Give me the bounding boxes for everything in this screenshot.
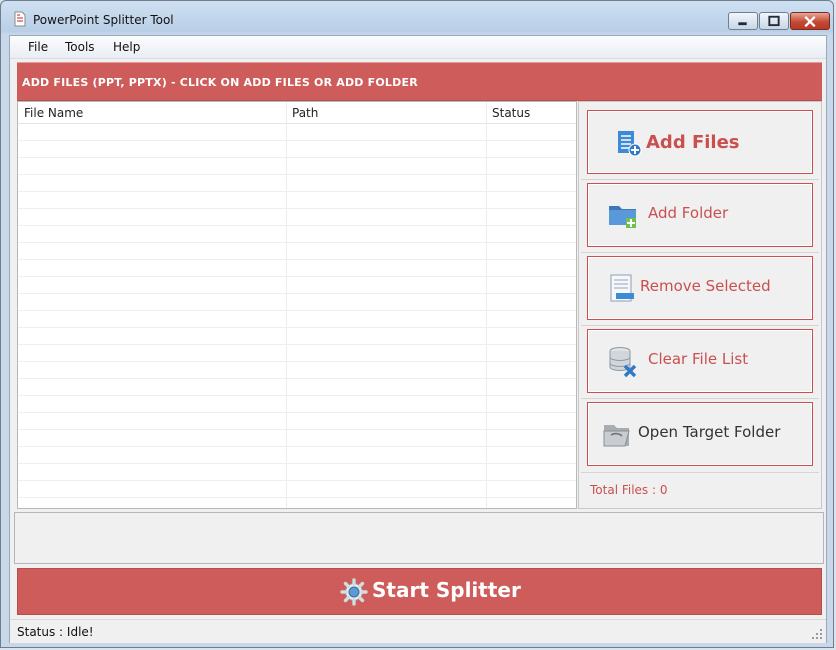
minimize-button[interactable] <box>728 12 758 30</box>
table-row[interactable] <box>18 141 576 158</box>
menu-tools[interactable]: Tools <box>65 40 95 54</box>
table-row[interactable] <box>18 396 576 413</box>
clear-file-list-label: Clear File List <box>648 350 749 368</box>
table-row[interactable] <box>18 260 576 277</box>
maximize-icon <box>768 15 780 27</box>
table-row[interactable] <box>18 294 576 311</box>
add-files-label: Add Files <box>646 132 740 153</box>
table-row[interactable] <box>18 430 576 447</box>
panel-divider <box>581 398 819 399</box>
gear-icon <box>340 578 368 606</box>
open-folder-icon <box>603 425 630 447</box>
table-row[interactable] <box>18 328 576 345</box>
table-row[interactable] <box>18 413 576 430</box>
remove-selected-label: Remove Selected <box>640 277 771 295</box>
file-list-header: File Name Path Status <box>18 102 576 124</box>
table-row[interactable] <box>18 362 576 379</box>
panel-divider <box>581 252 819 253</box>
column-header-path[interactable]: Path <box>292 106 318 120</box>
log-area[interactable] <box>14 512 824 564</box>
table-row[interactable] <box>18 311 576 328</box>
title-bar[interactable]: PowerPoint Splitter Tool <box>1 1 833 35</box>
remove-selected-icon <box>610 274 634 302</box>
close-button[interactable] <box>790 12 830 30</box>
add-files-icon <box>618 131 642 157</box>
open-target-folder-label: Open Target Folder <box>638 423 781 441</box>
column-header-status[interactable]: Status <box>492 106 530 120</box>
table-row[interactable] <box>18 379 576 396</box>
close-icon <box>804 15 816 28</box>
table-row[interactable] <box>18 277 576 294</box>
resize-grip-icon[interactable] <box>811 628 823 640</box>
column-header-file-name[interactable]: File Name <box>24 106 83 120</box>
banner-text: ADD FILES (PPT, PPTX) - CLICK ON ADD FIL… <box>22 76 418 89</box>
window-title: PowerPoint Splitter Tool <box>33 13 174 27</box>
start-splitter-label: Start Splitter <box>372 578 521 602</box>
add-folder-label: Add Folder <box>648 204 729 222</box>
panel-divider <box>581 179 819 180</box>
table-row[interactable] <box>18 481 576 498</box>
add-folder-button[interactable]: Add Folder <box>587 183 813 247</box>
clear-file-list-button[interactable]: Clear File List <box>587 329 813 393</box>
minimize-icon <box>738 22 747 26</box>
table-row[interactable] <box>18 498 576 508</box>
remove-selected-button[interactable]: Remove Selected <box>587 256 813 320</box>
add-files-button[interactable]: Add Files <box>587 110 813 174</box>
table-row[interactable] <box>18 447 576 464</box>
client-area: File Tools Help ADD FILES (PPT, PPTX) - … <box>9 35 827 643</box>
app-document-icon <box>14 11 26 27</box>
maximize-button[interactable] <box>759 12 789 30</box>
table-row[interactable] <box>18 124 576 141</box>
table-row[interactable] <box>18 158 576 175</box>
start-splitter-button[interactable]: Start Splitter <box>17 568 822 615</box>
total-files-count: Total Files : 0 <box>590 483 668 497</box>
instruction-banner: ADD FILES (PPT, PPTX) - CLICK ON ADD FIL… <box>17 62 822 101</box>
table-row[interactable] <box>18 243 576 260</box>
open-target-folder-button[interactable]: Open Target Folder <box>587 402 813 466</box>
clear-list-icon <box>609 347 637 378</box>
actions-panel: Add Files Add Folder Remove Selected Cle… <box>578 101 822 509</box>
app-window: PowerPoint Splitter Tool File Tools Help… <box>0 0 834 648</box>
panel-divider <box>581 325 819 326</box>
menu-file[interactable]: File <box>28 40 48 54</box>
menu-help[interactable]: Help <box>113 40 140 54</box>
table-row[interactable] <box>18 175 576 192</box>
table-row[interactable] <box>18 226 576 243</box>
panel-divider <box>581 472 819 473</box>
status-bar: Status : Idle! <box>10 619 826 643</box>
table-row[interactable] <box>18 464 576 481</box>
menu-bar: File Tools Help <box>10 36 826 59</box>
file-list[interactable]: File Name Path Status <box>17 101 577 509</box>
table-row[interactable] <box>18 192 576 209</box>
table-row[interactable] <box>18 345 576 362</box>
add-folder-icon <box>609 206 636 228</box>
table-row[interactable] <box>18 209 576 226</box>
status-text: Status : Idle! <box>17 625 94 639</box>
